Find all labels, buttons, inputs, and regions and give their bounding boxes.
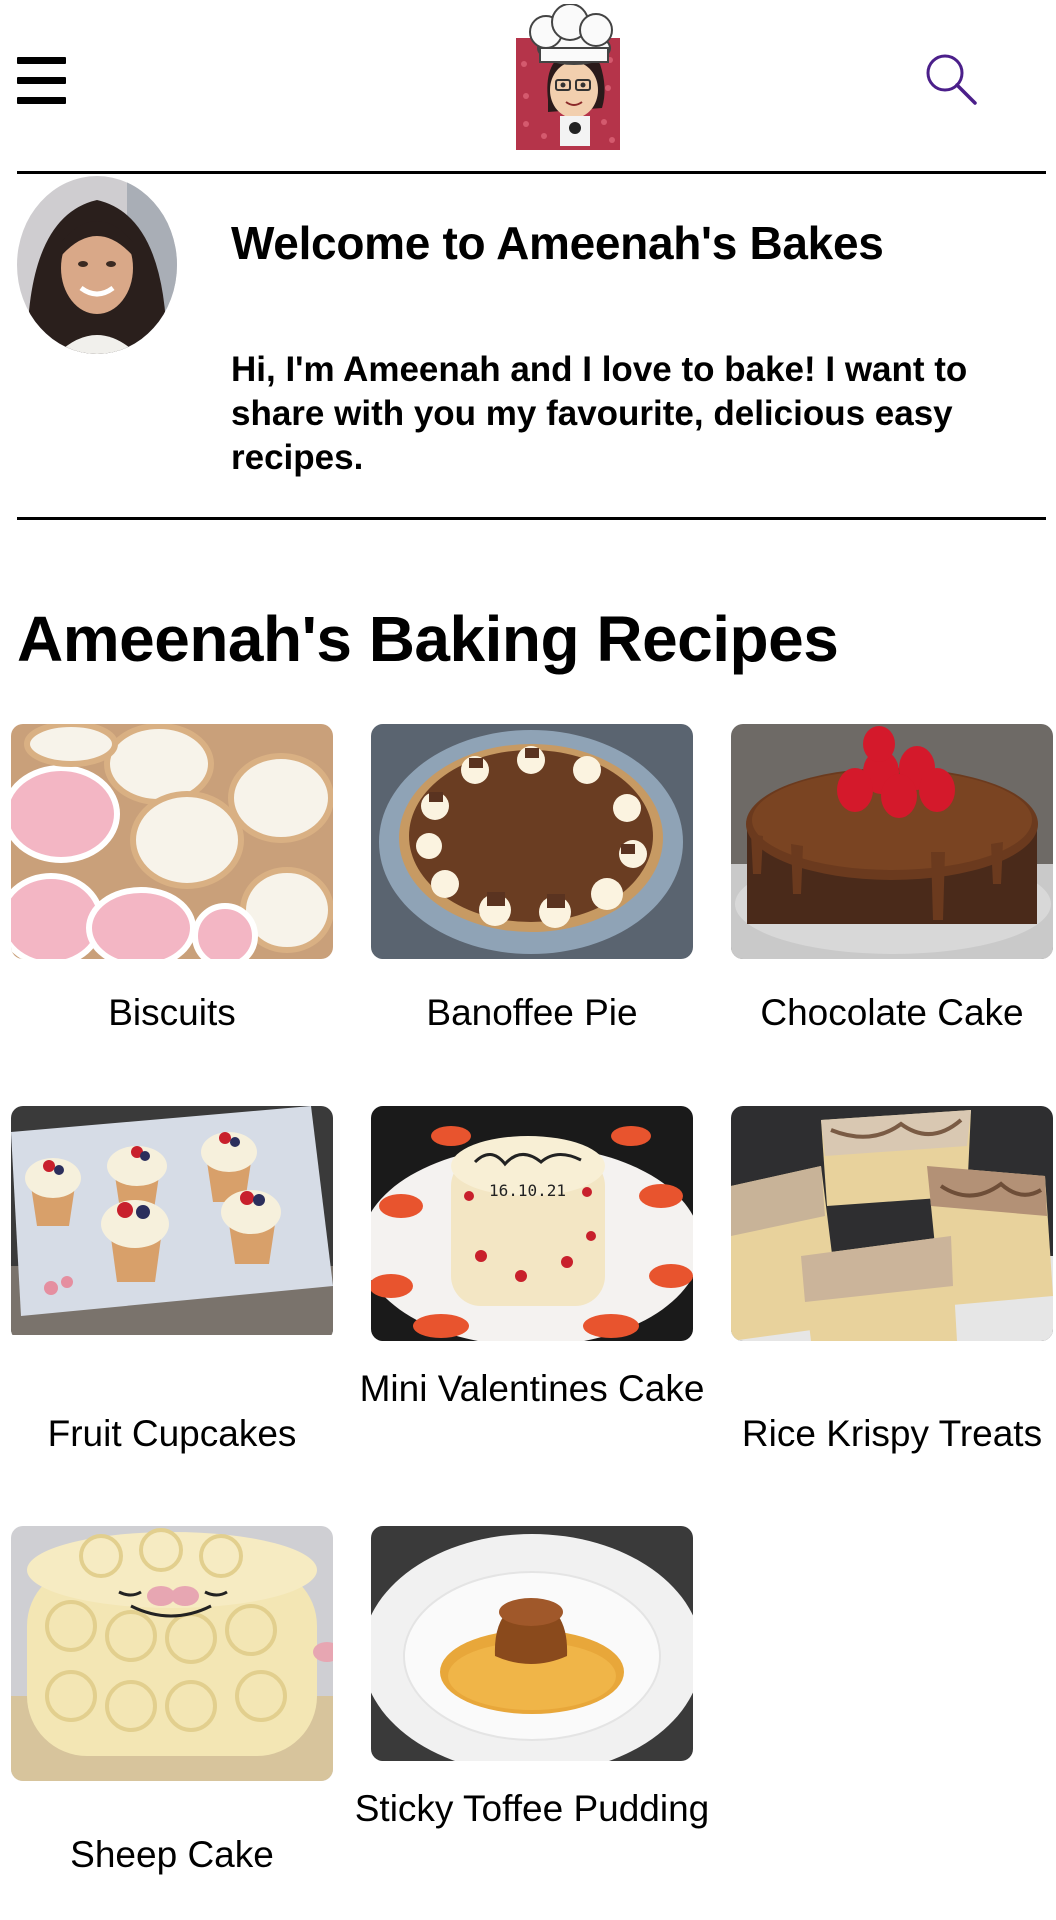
recipe-title[interactable]: Banoffee Pie [351, 990, 713, 1035]
recipe-image-chocolate-cake[interactable] [731, 724, 1053, 959]
recipe-image-biscuits[interactable] [11, 724, 333, 959]
recipe-image-fruit-cupcakes[interactable] [11, 1106, 333, 1341]
recipe-title[interactable]: Chocolate Cake [711, 990, 1056, 1035]
recipe-card-rice-krispy-treats[interactable]: Rice Krispy Treats [731, 1106, 1053, 1454]
recipe-image-rice-krispy-treats[interactable] [731, 1106, 1053, 1341]
header-divider [17, 171, 1046, 174]
recipe-card-biscuits[interactable]: Biscuits [11, 724, 333, 1033]
recipe-card-sheep-cake[interactable]: Sheep Cake [11, 1526, 333, 1875]
section-title: Ameenah's Baking Recipes [17, 603, 839, 675]
search-icon[interactable] [924, 52, 978, 106]
svg-text:16.10.21: 16.10.21 [489, 1181, 566, 1200]
site-logo[interactable] [504, 3, 630, 150]
profile-avatar [17, 176, 177, 354]
recipe-image-sticky-toffee-pudding[interactable] [371, 1526, 693, 1761]
recipe-title[interactable]: Sheep Cake [0, 1832, 353, 1877]
recipe-image-banoffee-pie[interactable] [371, 724, 693, 959]
welcome-title: Welcome to Ameenah's Bakes [231, 217, 884, 269]
welcome-divider [17, 517, 1046, 520]
recipe-image-mini-valentines-cake[interactable]: 16.10.21 [371, 1106, 693, 1341]
recipe-title[interactable]: Fruit Cupcakes [0, 1411, 353, 1456]
recipe-card-fruit-cupcakes[interactable]: Fruit Cupcakes [11, 1106, 333, 1454]
recipe-title[interactable]: Rice Krispy Treats [711, 1411, 1056, 1456]
recipe-card-chocolate-cake[interactable]: Chocolate Cake [731, 724, 1053, 1033]
recipe-card-mini-valentines-cake[interactable]: 16.10.21 Mini Valentines Cake [360, 1106, 704, 1409]
recipe-title[interactable]: Sticky Toffee Pudding [351, 1786, 713, 1831]
hamburger-menu-icon[interactable] [17, 57, 66, 105]
recipe-card-sticky-toffee-pudding[interactable]: Sticky Toffee Pudding [355, 1526, 709, 1829]
site-header [0, 0, 1056, 172]
welcome-intro: Hi, I'm Ameenah and I love to bake! I wa… [231, 350, 968, 477]
recipe-title[interactable]: Mini Valentines Cake [351, 1366, 713, 1411]
recipe-title[interactable]: Biscuits [0, 990, 353, 1035]
recipe-image-sheep-cake[interactable] [11, 1526, 333, 1781]
recipe-card-banoffee-pie[interactable]: Banoffee Pie [371, 724, 693, 1033]
